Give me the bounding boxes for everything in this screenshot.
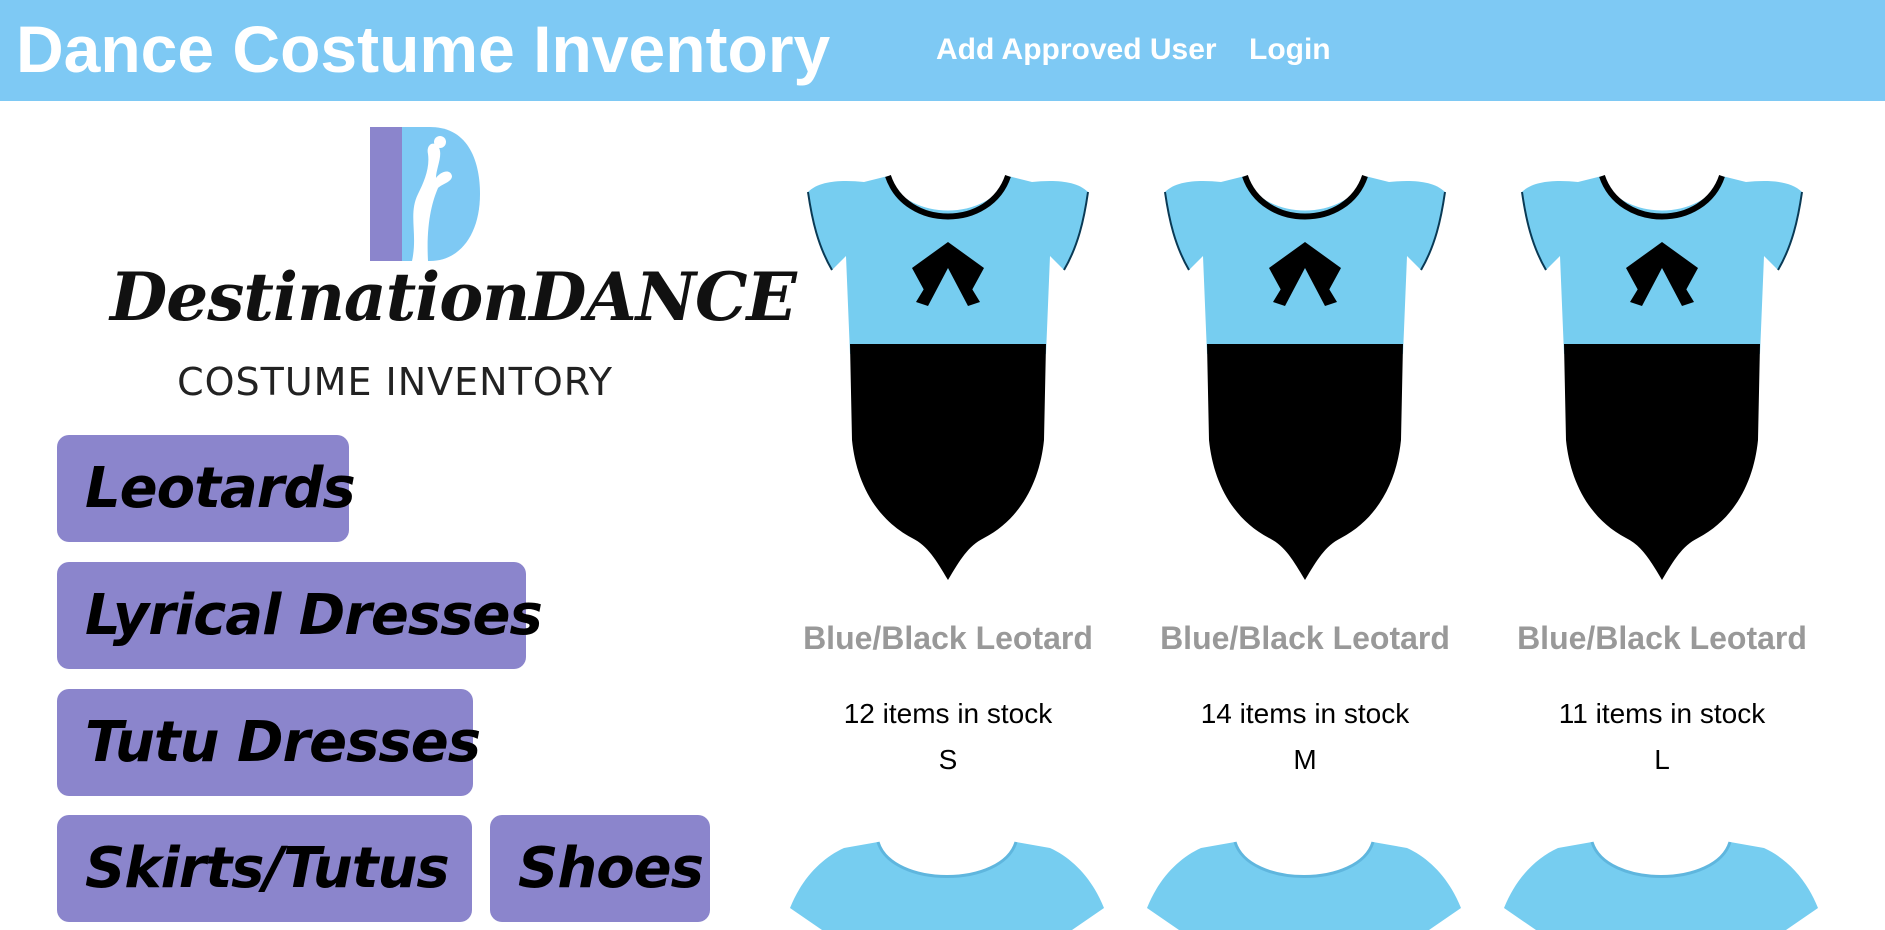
product-size: L bbox=[1654, 744, 1670, 775]
category-skirts-tutus-button[interactable]: Skirts/Tutus bbox=[57, 815, 472, 922]
logo: DestinationDANCE COSTUME INVENTORY bbox=[110, 124, 797, 414]
product-name: Blue/Black Leotard bbox=[1160, 620, 1450, 656]
category-lyrical-dresses-button[interactable]: Lyrical Dresses bbox=[57, 562, 543, 669]
product-stock: 14 items in stock bbox=[1200, 698, 1410, 729]
product-card-partial[interactable] bbox=[782, 838, 1112, 930]
category-label: Tutu Dresses bbox=[85, 709, 481, 775]
category-label: Lyrical Dresses bbox=[85, 582, 543, 648]
product-stock: 12 items in stock bbox=[843, 698, 1053, 729]
dancer-logo-icon bbox=[370, 127, 480, 261]
product-size: M bbox=[1293, 744, 1317, 775]
leotard-image bbox=[1164, 174, 1446, 580]
logo-subtitle: COSTUME INVENTORY bbox=[177, 360, 613, 404]
header-bar: Dance Costume Inventory Add Approved Use… bbox=[0, 0, 1885, 101]
leotard-image bbox=[1521, 174, 1803, 580]
login-link[interactable]: Login bbox=[1249, 30, 1331, 70]
leotard-image bbox=[1147, 841, 1461, 930]
category-tutu-dresses-button[interactable]: Tutu Dresses bbox=[57, 689, 481, 796]
product-size: S bbox=[938, 744, 958, 775]
category-shoes-button[interactable]: Shoes bbox=[490, 815, 710, 922]
product-card-partial[interactable] bbox=[1139, 838, 1469, 930]
product-card-partial[interactable] bbox=[1496, 838, 1826, 930]
leotard-image bbox=[790, 841, 1104, 930]
product-name: Blue/Black Leotard bbox=[1517, 620, 1807, 656]
add-approved-user-link[interactable]: Add Approved User bbox=[936, 30, 1217, 70]
app-title: Dance Costume Inventory bbox=[16, 12, 831, 86]
product-stock: 11 items in stock bbox=[1558, 698, 1766, 729]
category-leotards-button[interactable]: Leotards bbox=[57, 435, 356, 542]
category-label: Skirts/Tutus bbox=[85, 835, 450, 901]
logo-wordmark: DestinationDANCE bbox=[110, 258, 797, 336]
category-label: Shoes bbox=[518, 835, 704, 901]
category-label: Leotards bbox=[85, 455, 356, 521]
leotard-image bbox=[807, 174, 1089, 580]
product-name: Blue/Black Leotard bbox=[803, 620, 1093, 656]
leotard-image bbox=[1504, 841, 1818, 930]
